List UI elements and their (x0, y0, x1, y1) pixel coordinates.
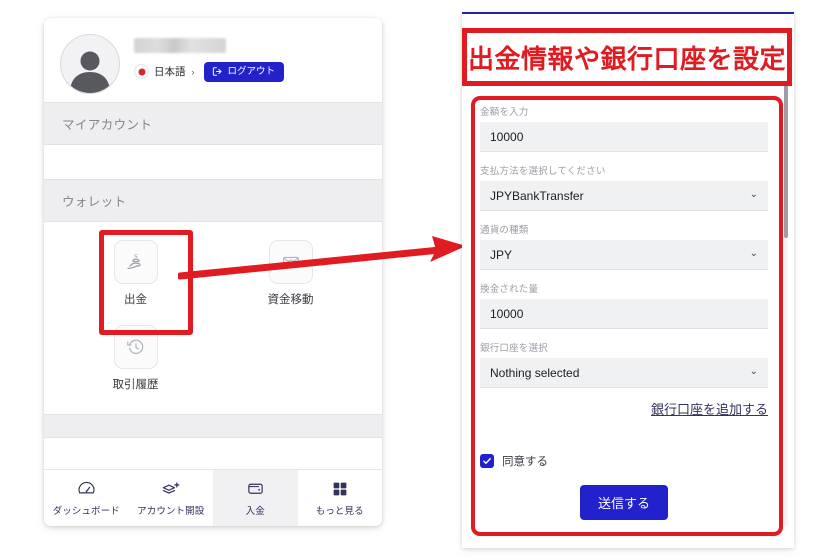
wallet-icon (246, 480, 265, 498)
chevron-down-icon: ⌄ (749, 365, 758, 377)
wallet-tile-label: 出金 (124, 294, 147, 306)
field-payment-method: 支払方法を選択してください JPYBankTransfer ⌄ (480, 163, 768, 211)
currency-select[interactable]: JPY ⌄ (480, 240, 768, 270)
bank-account-select[interactable]: Nothing selected ⌄ (480, 358, 768, 388)
chevron-down-icon: ⌄ (749, 188, 758, 200)
add-bank-account-link[interactable]: 銀行口座を追加する (651, 402, 768, 417)
history-clock-icon (113, 325, 158, 369)
tab-more[interactable]: もっと見る (298, 470, 383, 526)
chevron-right-icon: › (191, 66, 195, 77)
screenshot-canvas: 日本語 › ログアウト マイアカウント ウォレット S 出金 資金移動 取引履歴… (0, 0, 840, 560)
japan-flag-icon (134, 64, 149, 80)
wallet-tile-withdraw[interactable]: S 出金 (58, 232, 213, 317)
dashboard-gauge-icon (77, 480, 96, 498)
wallet-tile-grid: S 出金 資金移動 取引履歴 (58, 232, 368, 402)
payment-method-select[interactable]: JPYBankTransfer ⌄ (480, 181, 768, 211)
withdraw-hand-money-icon: S (113, 240, 158, 284)
field-currency: 通貨の種類 JPY ⌄ (480, 222, 768, 270)
field-label: 通貨の種類 (480, 225, 529, 236)
field-label: 支払方法を選択してください (480, 166, 606, 177)
panel-scrollbar[interactable] (784, 40, 788, 526)
agree-label: 同意する (502, 456, 548, 468)
logout-button[interactable]: ログアウト (203, 62, 285, 82)
chevron-down-icon: ⌄ (749, 247, 758, 259)
section-body-my-account (44, 145, 382, 179)
tab-label: ダッシュボード (52, 505, 120, 517)
tab-dashboard[interactable]: ダッシュボード (44, 470, 129, 526)
logout-icon (212, 66, 223, 77)
wallet-tile-label: 資金移動 (267, 294, 314, 306)
section-header-profile[interactable] (44, 414, 382, 438)
language-label: 日本語 (154, 66, 186, 79)
profile-actions: 日本語 › ログアウト (134, 62, 366, 82)
wallet-tile-label: 取引履歴 (112, 379, 159, 391)
annotation-banner-text: 出金情報や銀行口座を設定 (467, 43, 786, 74)
bank-account-value: Nothing selected (490, 365, 580, 380)
field-label: 金額を入力 (480, 107, 529, 118)
field-converted-amount: 換金された量 10000 (480, 281, 768, 329)
tab-account-open[interactable]: アカウント開設 (129, 470, 214, 526)
section-header-my-account[interactable]: マイアカウント (44, 102, 382, 145)
tab-deposit[interactable]: 入金 (213, 470, 298, 526)
language-selector[interactable]: 日本語 › (134, 64, 195, 80)
amount-input[interactable]: 10000 (480, 122, 768, 152)
field-label: 換金された量 (480, 284, 539, 295)
logout-label: ログアウト (227, 66, 276, 77)
withdrawal-form: 金額を入力 10000 支払方法を選択してください JPYBankTransfe… (480, 104, 768, 528)
converted-amount-input[interactable]: 10000 (480, 299, 768, 329)
profile-header: 日本語 › ログアウト (44, 18, 382, 102)
agree-row: 同意する (480, 453, 768, 469)
wallet-tile-history[interactable]: 取引履歴 (58, 317, 213, 402)
username-redacted (134, 38, 226, 53)
section-body-wallet: S 出金 資金移動 取引履歴 (44, 222, 382, 414)
fund-transfer-envelope-icon (268, 240, 313, 284)
add-bank-row: 銀行口座を追加する (480, 399, 768, 419)
submit-row: 送信する (480, 485, 768, 520)
bottom-tab-bar: ダッシュボード アカウント開設 入金 もっと見る (44, 469, 382, 526)
section-header-wallet[interactable]: ウォレット (44, 179, 382, 222)
profile-details: 日本語 › ログアウト (134, 34, 366, 82)
submit-button[interactable]: 送信する (579, 485, 668, 520)
account-mobile-card: 日本語 › ログアウト マイアカウント ウォレット S 出金 資金移動 取引履歴… (44, 18, 382, 526)
payment-method-value: JPYBankTransfer (490, 188, 584, 203)
annotation-banner: 出金情報や銀行口座を設定 (462, 28, 792, 86)
tab-label: 入金 (245, 505, 265, 517)
field-amount: 金額を入力 10000 (480, 104, 768, 152)
wallet-tile-fund-transfer[interactable]: 資金移動 (213, 232, 368, 317)
agree-checkbox[interactable] (480, 454, 494, 468)
account-open-layers-plus-icon (160, 480, 181, 498)
tab-label: アカウント開設 (137, 505, 205, 517)
field-bank-account: 銀行口座を選択 Nothing selected ⌄ (480, 340, 768, 388)
grid-more-icon (331, 480, 349, 498)
currency-value: JPY (490, 247, 513, 262)
tab-label: もっと見る (315, 505, 364, 517)
avatar (60, 34, 120, 94)
field-label: 銀行口座を選択 (480, 343, 548, 354)
